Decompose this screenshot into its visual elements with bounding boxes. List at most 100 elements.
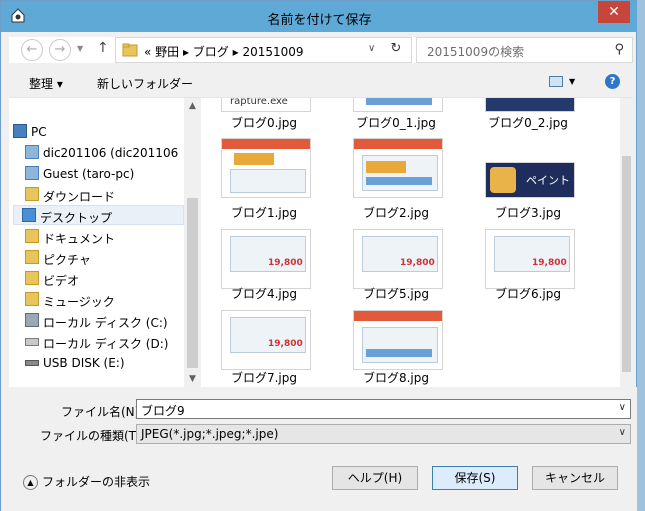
- tree-item-pictures[interactable]: ピクチャ: [21, 248, 192, 268]
- thumbnail-text: rapture.exe: [230, 98, 288, 107]
- filename-value: ブログ9: [141, 404, 185, 418]
- help-icon[interactable]: ?: [605, 74, 620, 89]
- chevron-up-icon: ▲: [23, 475, 38, 490]
- file-thumbnail: [353, 98, 443, 112]
- tree-item-label: ビデオ: [43, 274, 80, 288]
- tree-item-pc[interactable]: PC: [9, 122, 192, 142]
- up-arrow-icon[interactable]: ↑: [97, 40, 109, 56]
- organize-button[interactable]: 整理 ▾: [29, 75, 63, 92]
- thumbnail-text: 19,800: [532, 258, 567, 268]
- tree-item-label: ピクチャ: [43, 253, 91, 267]
- file-thumbnail: [485, 98, 575, 112]
- chevron-down-icon[interactable]: ∨: [619, 402, 626, 413]
- file-item[interactable]: 19,800 ブログ4.jpg: [209, 229, 319, 317]
- new-folder-button[interactable]: 新しいフォルダー: [97, 75, 193, 92]
- hide-folders-toggle[interactable]: ▲ フォルダーの非表示: [23, 473, 150, 490]
- tree-item-local-disk-d[interactable]: ローカル ディスク (D:): [21, 332, 192, 352]
- save-button[interactable]: 保存(S): [432, 466, 518, 490]
- close-icon: ✕: [608, 4, 620, 20]
- refresh-icon[interactable]: ↻: [386, 41, 406, 59]
- title-bar[interactable]: 名前を付けて保存 ✕: [1, 1, 638, 32]
- search-icon[interactable]: ⚲: [614, 42, 624, 57]
- close-button[interactable]: ✕: [598, 1, 630, 23]
- chevron-down-icon[interactable]: ∨: [619, 427, 626, 438]
- network-user-icon: [25, 166, 39, 180]
- filetype-select[interactable]: JPEG(*.jpg;*.jpeg;*.jpe) ∨: [136, 424, 631, 444]
- file-item[interactable]: ブログ2.jpg: [341, 138, 451, 226]
- file-thumbnail: 19,800: [221, 310, 311, 370]
- file-name: ブログ8.jpg: [362, 371, 430, 385]
- thumbnail-text: 19,800: [400, 258, 435, 268]
- file-name: ブログ1.jpg: [230, 206, 298, 220]
- save-form: ファイル名(N): ブログ9 ∨ ファイルの種類(T): JPEG(*.jpg;…: [1, 387, 638, 511]
- view-options-icon[interactable]: [549, 76, 563, 87]
- tree-item-documents[interactable]: ドキュメント: [21, 227, 192, 247]
- tree-item-desktop[interactable]: デスクトップ: [13, 205, 184, 225]
- scroll-down-icon[interactable]: ▼: [184, 371, 201, 388]
- file-item[interactable]: ペイント ブログ3.jpg: [473, 138, 583, 226]
- navigation-tree: PC dic201106 (dic201106 Guest (taro-pc) …: [9, 98, 192, 388]
- folder-icon: [122, 43, 138, 57]
- file-name: ブログ3.jpg: [494, 206, 562, 220]
- tree-item-music[interactable]: ミュージック: [21, 290, 192, 310]
- tree-scrollbar[interactable]: ▲ ▼: [184, 98, 201, 388]
- file-name: ブログ0.jpg: [230, 116, 298, 130]
- tree-item-label: PC: [31, 125, 47, 139]
- view-dropdown-icon[interactable]: ▼: [569, 77, 575, 86]
- file-thumbnail: ペイント: [485, 162, 575, 198]
- file-name: ブログ5.jpg: [362, 287, 430, 301]
- file-item[interactable]: ブログ8.jpg: [341, 310, 451, 388]
- save-as-dialog: 名前を付けて保存 ✕ ← → ▼ ↑ « 野田 ▸ ブログ ▸ 20151009…: [0, 0, 638, 511]
- file-list-scrollbar[interactable]: [620, 98, 633, 388]
- file-name: ブログ0_1.jpg: [356, 116, 436, 130]
- address-dropdown-icon[interactable]: ∨: [368, 43, 375, 54]
- file-thumbnail: 19,800: [353, 229, 443, 289]
- file-name: ブログ7.jpg: [230, 371, 298, 385]
- tree-item-videos[interactable]: ビデオ: [21, 269, 192, 289]
- local-disk-icon: [25, 313, 39, 327]
- tree-item-guest[interactable]: Guest (taro-pc): [21, 164, 192, 184]
- search-input[interactable]: 20151009の検索: [427, 43, 524, 60]
- tree-item-label: Guest (taro-pc): [43, 167, 135, 181]
- tree-item-local-disk-c[interactable]: ローカル ディスク (C:): [21, 311, 192, 331]
- file-name: ブログ0_2.jpg: [488, 116, 568, 130]
- tree-item-downloads[interactable]: ダウンロード: [21, 185, 192, 205]
- tree-item-usb-disk[interactable]: USB DISK (E:): [21, 353, 192, 373]
- file-thumbnail: 19,800: [221, 229, 311, 289]
- thumbnail-text: 19,800: [268, 339, 303, 349]
- tree-item-label: ローカル ディスク (C:): [43, 316, 168, 330]
- address-bar[interactable]: « 野田 ▸ ブログ ▸ 20151009 ∨ ↻: [115, 37, 412, 63]
- scroll-up-icon[interactable]: ▲: [184, 98, 201, 115]
- back-arrow-icon[interactable]: ←: [21, 39, 43, 61]
- cancel-button[interactable]: キャンセル: [532, 466, 618, 490]
- tree-item-label: ドキュメント: [43, 232, 116, 246]
- window-title: 名前を付けて保存: [267, 13, 372, 28]
- file-item[interactable]: 19,800 ブログ5.jpg: [341, 229, 451, 317]
- scroll-thumb[interactable]: [622, 156, 631, 372]
- downloads-folder-icon: [25, 187, 39, 201]
- file-name: ブログ2.jpg: [362, 206, 430, 220]
- search-box[interactable]: 20151009の検索 ⚲: [416, 37, 633, 63]
- tree-item-label: ミュージック: [43, 295, 115, 309]
- file-name: ブログ6.jpg: [494, 287, 562, 301]
- pictures-folder-icon: [25, 250, 39, 264]
- chevron-down-icon[interactable]: ▼: [77, 44, 83, 53]
- toolbar: 整理 ▾ 新しいフォルダー ▼ ?: [9, 67, 633, 97]
- file-item[interactable]: ブログ1.jpg: [209, 138, 319, 226]
- forward-arrow-icon[interactable]: →: [49, 39, 71, 61]
- documents-folder-icon: [25, 229, 39, 243]
- filename-input[interactable]: ブログ9 ∨: [136, 399, 631, 419]
- tree-item-dic201106[interactable]: dic201106 (dic201106: [21, 143, 192, 163]
- file-thumbnail: [221, 138, 311, 198]
- file-item[interactable]: 19,800 ブログ6.jpg: [473, 229, 583, 317]
- file-thumbnail: 19,800: [485, 229, 575, 289]
- breadcrumb[interactable]: « 野田 ▸ ブログ ▸ 20151009: [144, 43, 304, 60]
- help-button[interactable]: ヘルプ(H): [332, 466, 418, 490]
- hide-folders-label: フォルダーの非表示: [42, 475, 151, 489]
- usb-drive-icon: [25, 360, 39, 366]
- disk-drive-icon: [25, 338, 39, 346]
- tree-item-label: ローカル ディスク (D:): [43, 337, 169, 351]
- thumbnail-text: ペイント: [526, 174, 570, 187]
- file-item[interactable]: 19,800 ブログ7.jpg: [209, 310, 319, 388]
- scroll-thumb[interactable]: [187, 198, 198, 368]
